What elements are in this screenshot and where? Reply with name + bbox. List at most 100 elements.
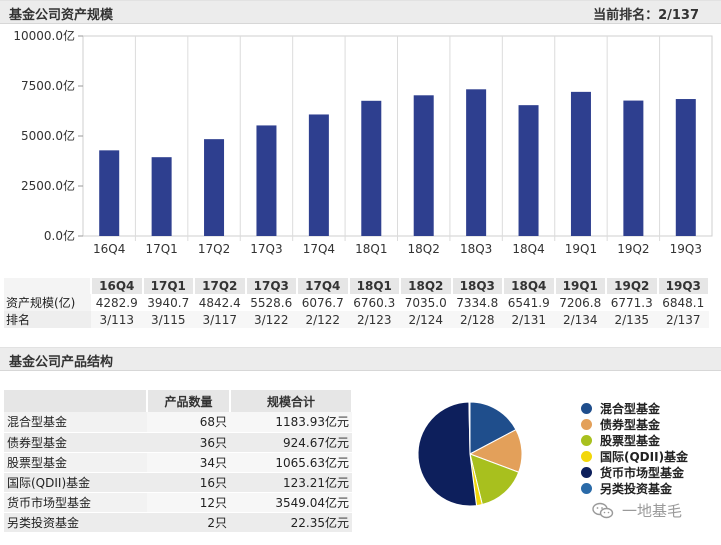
stats-cell: 2/124 <box>400 311 452 328</box>
product-structure-pie-chart <box>417 401 523 507</box>
stats-cell: 7035.0 <box>404 295 447 310</box>
stats-column-header: 17Q2 <box>194 278 247 294</box>
stats-cell: 6848.1 <box>662 295 705 310</box>
table-row: 债券型基金 36只 924.67亿元 <box>4 432 352 453</box>
stats-cell: 2/128 <box>451 311 503 328</box>
stats-column-header: 19Q3 <box>657 278 710 294</box>
legend-label: 另类投资基金 <box>600 481 673 496</box>
stats-cell: 2/135 <box>606 311 658 328</box>
x-tick-label: 18Q4 <box>512 242 544 256</box>
y-tick-label: 5000.0亿 <box>21 128 75 143</box>
bar <box>308 114 329 236</box>
stats-cell: 6541.9 <box>507 295 550 310</box>
y-tick-label: 10000.0亿 <box>13 28 75 43</box>
asset-scale-table: 16Q4 17Q1 17Q2 17Q3 17Q4 18Q1 18Q2 18Q3 18Q4 19Q1… <box>4 278 710 328</box>
stats-column-header: 17Q1 <box>142 278 195 294</box>
stats-cell: 3/115 <box>142 311 194 328</box>
x-tick-label: 16Q4 <box>93 242 125 256</box>
bar <box>204 139 225 236</box>
product-name-cell: 股票型基金 <box>4 452 147 473</box>
legend-label: 债券型基金 <box>600 417 661 432</box>
product-name-cell: 国际(QDII)基金 <box>4 472 147 493</box>
legend-swatch <box>581 434 592 446</box>
product-name-cell: 债券型基金 <box>4 432 147 453</box>
legend-item: 债券型基金 <box>581 416 688 432</box>
legend-label: 货币市场型基金 <box>600 465 685 480</box>
legend-label: 混合型基金 <box>600 401 661 416</box>
product-structure-table: 产品数量 规模合计 混合型基金 68只 1183.93亿元 债券型基金 36只 924.67… <box>4 390 353 533</box>
bar <box>256 125 277 236</box>
product-total-cell: 1065.63亿元 <box>230 452 352 473</box>
x-tick-label: 18Q1 <box>355 242 387 256</box>
stats-row-label: 资产规模(亿) <box>4 294 91 311</box>
x-tick-label: 18Q2 <box>408 242 440 256</box>
stats-column-header: 18Q4 <box>503 278 556 294</box>
stats-column-header: 19Q2 <box>606 278 659 294</box>
table-row: 另类投资基金 2只 22.35亿元 <box>4 512 352 533</box>
product-column-header <box>4 390 148 412</box>
product-column-header: 规模合计 <box>230 390 353 412</box>
stats-column-header: 18Q3 <box>451 278 504 294</box>
x-tick-label: 19Q1 <box>565 242 597 256</box>
product-count-cell: 16只 <box>147 472 230 493</box>
product-count-cell: 34只 <box>147 452 230 473</box>
stats-cell: 5528.6 <box>250 295 293 310</box>
product-name-cell: 货币市场型基金 <box>4 492 147 513</box>
x-tick-label: 19Q3 <box>670 242 702 256</box>
product-total-cell: 1183.93亿元 <box>230 412 352 433</box>
table-row: 资产规模(亿) 4282.9 3940.7 4842.4 5528.6 6076.7 676… <box>4 294 709 311</box>
legend-swatch <box>581 402 592 414</box>
x-tick-label: 17Q1 <box>145 242 177 256</box>
current-rank-label: 当前排名：2/137 <box>593 8 699 23</box>
legend-item: 股票型基金 <box>581 432 688 448</box>
legend-swatch <box>581 418 592 430</box>
x-tick-label: 18Q3 <box>460 242 492 256</box>
stats-cell: 2/131 <box>503 311 555 328</box>
y-tick-label: 7500.0亿 <box>21 78 75 93</box>
stats-column-header: 16Q4 <box>91 278 144 294</box>
asset-scale-header: 基金公司资产规模 当前排名：2/137 <box>0 0 721 24</box>
stats-column-header: 19Q1 <box>554 278 607 294</box>
product-count-cell: 12只 <box>147 492 230 513</box>
product-column-header: 产品数量 <box>147 390 231 412</box>
bar <box>361 100 382 236</box>
product-total-cell: 3549.04亿元 <box>230 492 352 513</box>
product-count-cell: 68只 <box>147 412 230 433</box>
x-tick-label: 17Q4 <box>303 242 335 256</box>
y-tick-label: 2500.0亿 <box>21 178 75 193</box>
legend-item: 混合型基金 <box>581 400 688 416</box>
bar <box>518 105 539 236</box>
product-name-cell: 另类投资基金 <box>4 512 147 533</box>
table-row: 股票型基金 34只 1065.63亿元 <box>4 452 352 473</box>
stats-cell: 3/122 <box>245 311 297 328</box>
legend-item: 国际(QDII)基金 <box>581 448 688 464</box>
stats-row-label: 排名 <box>4 311 91 328</box>
stats-cell: 2/122 <box>297 311 349 328</box>
asset-scale-title: 基金公司资产规模 <box>9 8 114 23</box>
stats-cell: 2/123 <box>348 311 400 328</box>
product-name-cell: 混合型基金 <box>4 412 147 433</box>
stats-cell: 2/134 <box>554 311 606 328</box>
y-tick-label: 0.0亿 <box>44 228 75 243</box>
pie-legend: 混合型基金 债券型基金 股票型基金 国际(QDII)基金 货币市场型基金 另类投资基金 <box>581 400 688 496</box>
bar <box>151 157 172 236</box>
x-tick-label: 17Q2 <box>198 242 230 256</box>
stats-cell: 3940.7 <box>147 295 190 310</box>
product-structure-title: 基金公司产品结构 <box>9 355 114 370</box>
product-count-cell: 2只 <box>147 512 230 533</box>
stats-cell: 4282.9 <box>95 295 138 310</box>
product-count-cell: 36只 <box>147 432 230 453</box>
stats-column-header: 17Q4 <box>297 278 350 294</box>
pie-slice <box>417 401 478 507</box>
asset-scale-bar-chart: 0.0亿 2500.0亿 5000.0亿 7500.0亿 10000.0亿 16Q4 17Q… <box>13 28 713 256</box>
product-structure-header: 基金公司产品结构 <box>0 347 721 371</box>
watermark: 一地基毛 <box>592 500 682 521</box>
legend-item: 货币市场型基金 <box>581 464 688 480</box>
bar <box>413 95 434 236</box>
stats-cell: 2/137 <box>657 311 709 328</box>
stats-cell: 3/117 <box>194 311 246 328</box>
table-row: 混合型基金 68只 1183.93亿元 <box>4 412 352 433</box>
stats-cell: 7206.8 <box>559 295 602 310</box>
bar <box>99 150 120 236</box>
legend-item: 另类投资基金 <box>581 480 688 496</box>
